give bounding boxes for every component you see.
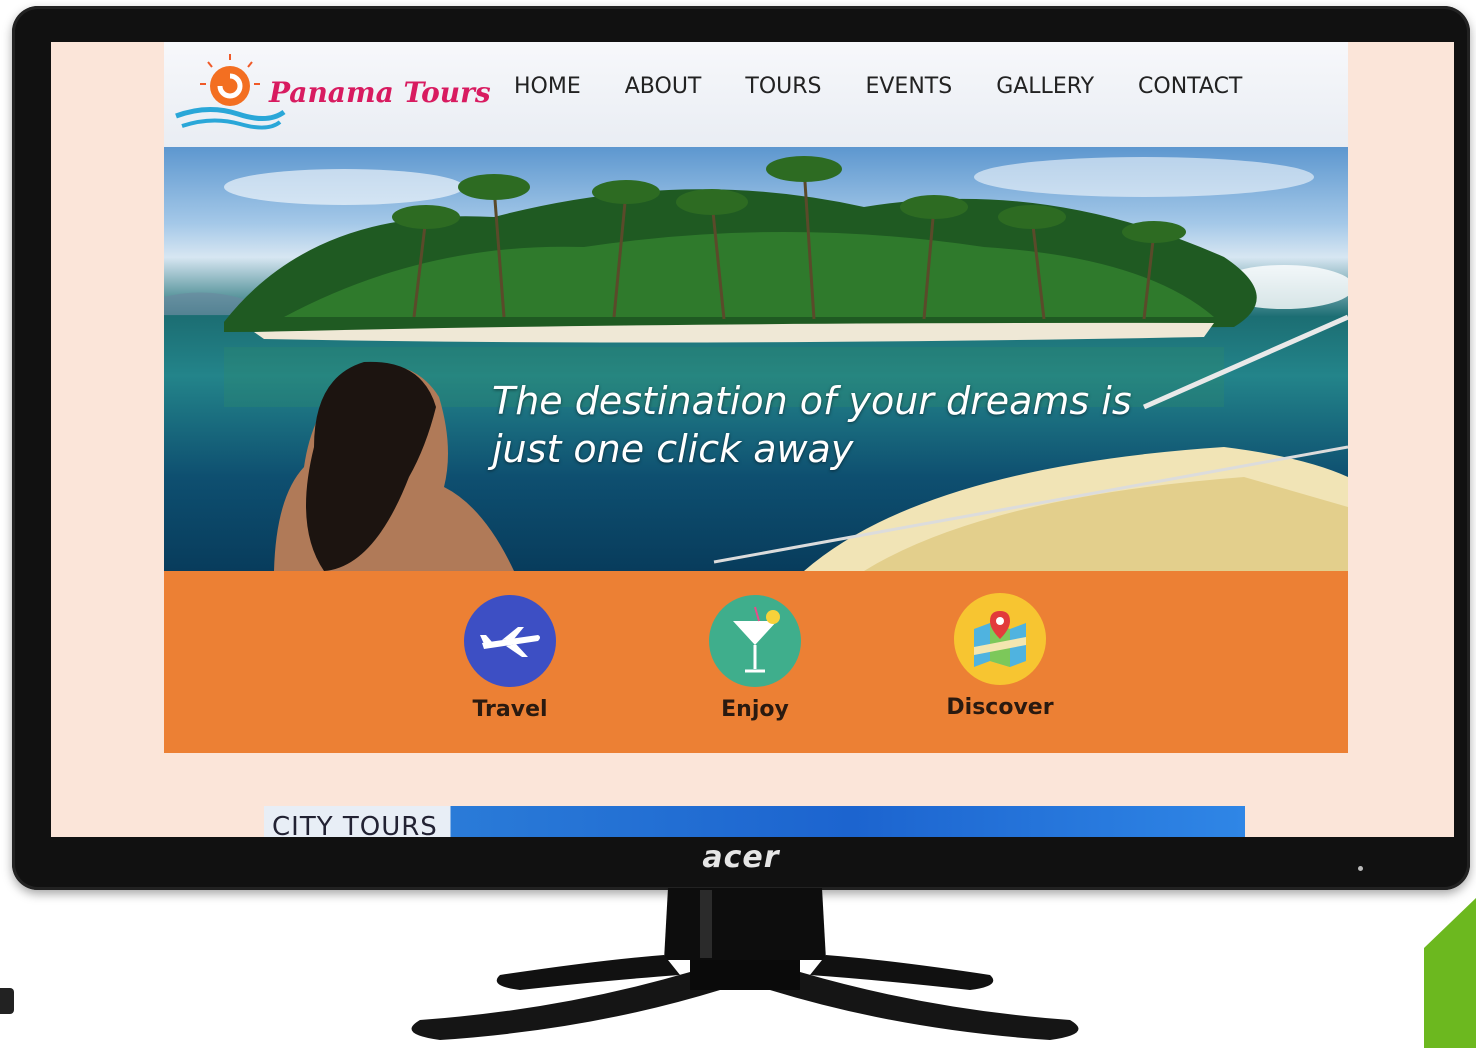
corner-triangle-decoration (1424, 898, 1476, 1048)
edge-fragment-icon (0, 988, 14, 1014)
monitor-stand (411, 888, 1079, 1040)
